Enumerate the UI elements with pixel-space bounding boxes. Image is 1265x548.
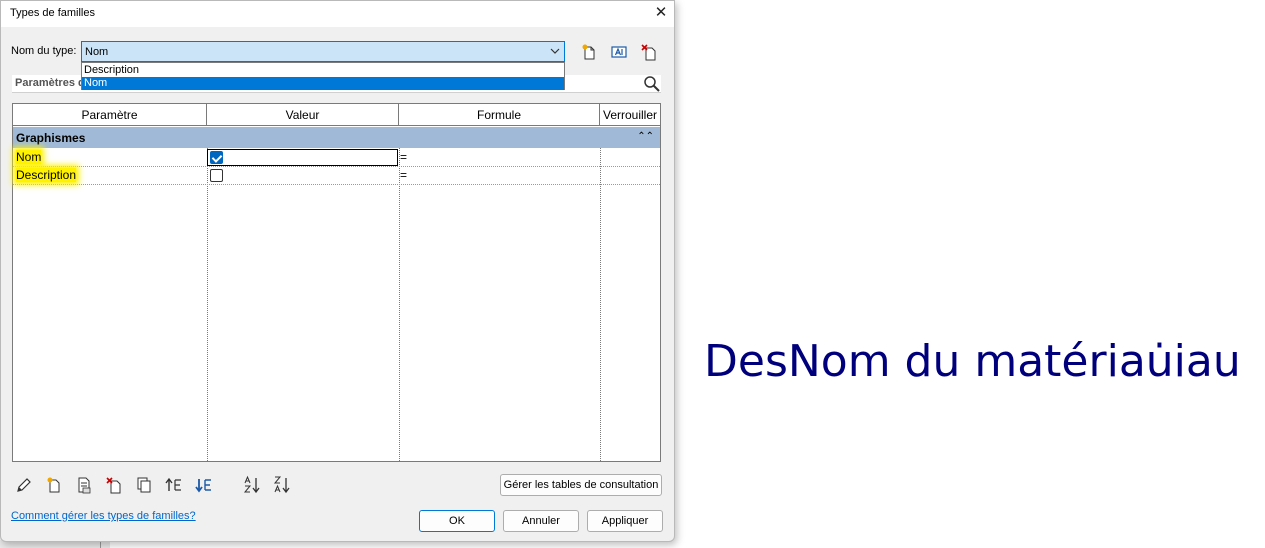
group-row-graphics[interactable]: Graphismes ⌃⌃ xyxy=(13,127,660,148)
column-divider xyxy=(207,148,208,461)
rename-type-icon[interactable] xyxy=(609,42,629,62)
search-icon[interactable] xyxy=(643,75,661,93)
dialog-title: Types de familles xyxy=(10,7,95,19)
apply-button[interactable]: Appliquer xyxy=(587,510,663,532)
parameter-name-description: Description xyxy=(16,168,77,182)
title-bar: Types de familles ✕ xyxy=(1,1,674,27)
group-label: Graphismes xyxy=(16,131,86,145)
nom-checkbox[interactable] xyxy=(210,151,223,164)
new-type-icon[interactable] xyxy=(579,42,599,62)
move-up-icon[interactable] xyxy=(164,475,184,495)
column-header-lock[interactable]: Verrouiller xyxy=(600,104,660,126)
collapse-icon[interactable]: ⌃⌃ xyxy=(637,131,654,142)
parameter-properties-icon[interactable] xyxy=(74,475,94,495)
sort-descending-icon[interactable] xyxy=(272,475,292,495)
parameter-name-nom: Nom xyxy=(16,150,42,164)
formula-cell[interactable]: = xyxy=(400,150,407,164)
family-types-dialog: Types de familles ✕ Nom du type: Nom Des… xyxy=(0,0,675,542)
overlay-text: DesNom du matériau̇iau xyxy=(704,336,1241,387)
parameters-grid: Paramètre Valeur Formule Verrouiller Gra… xyxy=(12,103,661,462)
dropdown-option-nom[interactable]: Nom xyxy=(82,77,564,90)
close-icon[interactable]: ✕ xyxy=(649,2,673,24)
delete-type-icon[interactable] xyxy=(639,42,659,62)
cancel-button[interactable]: Annuler xyxy=(503,510,579,532)
new-parameter-icon[interactable] xyxy=(44,475,64,495)
help-link[interactable]: Comment gérer les types de familles? xyxy=(11,510,196,522)
column-header-value[interactable]: Valeur xyxy=(207,104,399,126)
column-divider xyxy=(399,148,400,461)
column-header-parameter[interactable]: Paramètre xyxy=(13,104,207,126)
column-header-formula[interactable]: Formule xyxy=(399,104,600,126)
type-name-label: Nom du type: xyxy=(11,45,77,57)
screen: Types de familles ✕ Nom du type: Nom Des… xyxy=(0,0,1265,548)
row-divider xyxy=(13,184,660,185)
chevron-down-icon[interactable] xyxy=(549,44,561,58)
dropdown-option-description[interactable]: Description xyxy=(82,64,564,77)
move-down-icon[interactable] xyxy=(194,475,214,495)
column-divider xyxy=(600,148,601,461)
delete-parameter-icon[interactable] xyxy=(104,475,124,495)
parameters-label: Paramètres de xyxy=(15,77,91,89)
description-checkbox[interactable] xyxy=(210,169,223,182)
sort-ascending-icon[interactable] xyxy=(242,475,262,495)
type-name-value: Nom xyxy=(85,46,109,58)
row-divider xyxy=(13,166,660,167)
formula-cell[interactable]: = xyxy=(400,168,407,182)
pencil-icon[interactable] xyxy=(14,475,34,495)
type-name-dropdown-list[interactable]: Description Nom xyxy=(81,62,565,90)
type-name-combobox[interactable]: Nom xyxy=(81,41,565,62)
value-cell-selected[interactable] xyxy=(207,149,398,166)
manage-lookup-tables-button[interactable]: Gérer les tables de consultation xyxy=(500,474,662,496)
copy-icon[interactable] xyxy=(134,475,154,495)
ok-button[interactable]: OK xyxy=(419,510,495,532)
